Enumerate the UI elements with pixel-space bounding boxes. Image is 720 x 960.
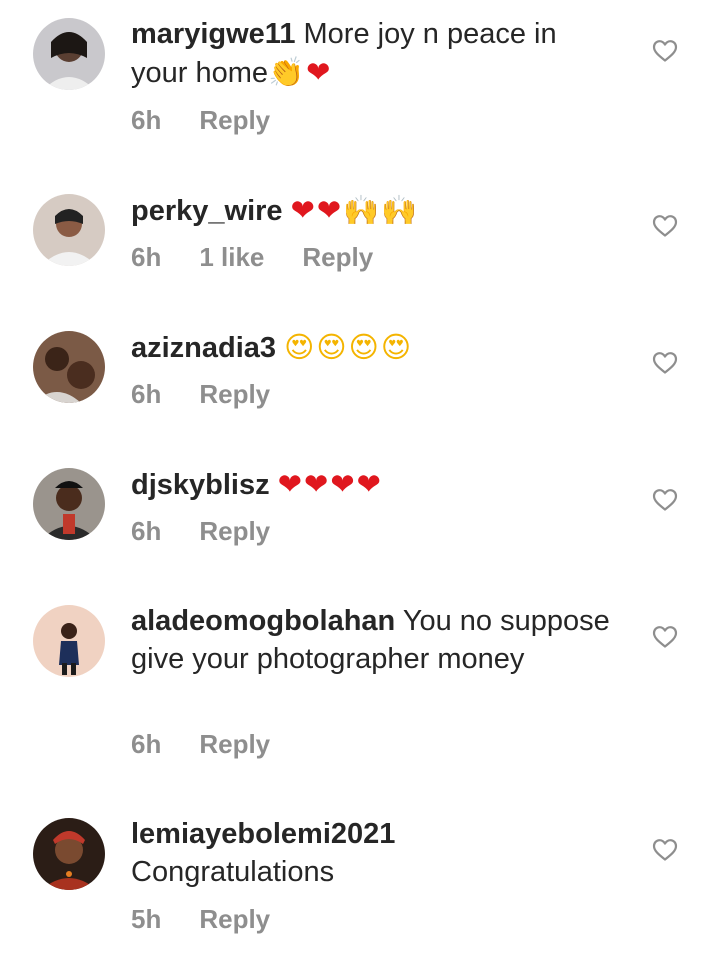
reply-button[interactable]: Reply (199, 105, 270, 135)
comment-meta: 5h Reply (131, 903, 308, 935)
comment-time: 6h (131, 729, 162, 759)
like-button[interactable] (652, 39, 678, 63)
comment-username[interactable]: aladeomogbolahan (131, 605, 395, 637)
comment-meta: 6h Reply (131, 104, 308, 136)
avatar[interactable] (33, 818, 105, 890)
heart-emoji: ❤ (290, 193, 317, 227)
heart-outline-icon (652, 352, 678, 374)
avatar[interactable] (33, 331, 105, 403)
heart-emoji: ❤ (316, 193, 344, 227)
comment-text: perky_wire ❤❤🙌🙌 (131, 191, 621, 230)
like-button[interactable] (652, 625, 678, 649)
comment-emoji: ❤❤❤❤ (278, 467, 383, 501)
comment-username[interactable]: lemiayebolemi2021 (131, 818, 395, 850)
heart-outline-icon (652, 626, 678, 648)
like-button[interactable] (652, 838, 678, 862)
comment-time: 6h (131, 379, 162, 409)
comment-time: 6h (131, 105, 162, 135)
heart-outline-icon (652, 839, 678, 861)
emoji-glyph: 😍 (316, 330, 349, 364)
comment-meta: 6h Reply (131, 515, 308, 547)
comment-username[interactable]: djskyblisz (131, 469, 270, 501)
emoji-glyph: 👏 (268, 55, 307, 89)
heart-emoji: ❤ (277, 467, 304, 501)
comment-meta: 6h Reply (131, 378, 308, 410)
comment-text: lemiayebolemi2021 Congratulations (131, 815, 621, 891)
like-button[interactable] (652, 488, 678, 512)
comment-text: maryigwe11 More joy n peace in your home… (131, 15, 621, 92)
emoji-glyph: 😍 (348, 330, 381, 364)
emoji-glyph: 😍 (380, 330, 414, 364)
comment-time: 5h (131, 904, 162, 934)
comment-username[interactable]: aziznadia3 (131, 332, 276, 364)
emoji-glyph: 😍 (284, 330, 317, 364)
reply-button[interactable]: Reply (302, 242, 373, 272)
reply-button[interactable]: Reply (199, 904, 270, 934)
avatar[interactable] (33, 468, 105, 540)
comment-time: 6h (131, 516, 162, 546)
emoji-glyph: 🙌 (381, 193, 420, 227)
heart-outline-icon (652, 215, 678, 237)
comment-username[interactable]: maryigwe11 (131, 18, 295, 50)
like-button[interactable] (652, 214, 678, 238)
comment-text: aziznadia3 😍😍😍😍 (131, 328, 621, 367)
comment-emoji: 👏❤ (268, 55, 332, 89)
heart-outline-icon (652, 489, 678, 511)
reply-button[interactable]: Reply (199, 729, 270, 759)
avatar[interactable] (33, 18, 105, 90)
avatar[interactable] (33, 194, 105, 266)
emoji-glyph: 🙌 (343, 193, 382, 227)
comment-username[interactable]: perky_wire (131, 195, 283, 227)
heart-emoji: ❤ (330, 467, 357, 501)
avatar[interactable] (33, 605, 105, 677)
comment-meta: 6h Reply (131, 728, 308, 760)
heart-outline-icon (652, 40, 678, 62)
comment-text: djskyblisz ❤❤❤❤ (131, 465, 621, 504)
heart-emoji: ❤ (306, 55, 333, 89)
reply-button[interactable]: Reply (199, 516, 270, 546)
comment-meta: 6h 1 like Reply (131, 241, 411, 273)
heart-emoji: ❤ (304, 467, 331, 501)
comment-text: aladeomogbolahan You no suppose give you… (131, 602, 621, 678)
like-button[interactable] (652, 351, 678, 375)
reply-button[interactable]: Reply (199, 379, 270, 409)
comment-time: 6h (131, 242, 162, 272)
comment-emoji: ❤❤🙌🙌 (291, 193, 420, 227)
comment-emoji: 😍😍😍😍 (284, 330, 413, 364)
heart-emoji: ❤ (356, 467, 383, 501)
like-count[interactable]: 1 like (199, 242, 264, 272)
comment-message: Congratulations (131, 856, 335, 888)
